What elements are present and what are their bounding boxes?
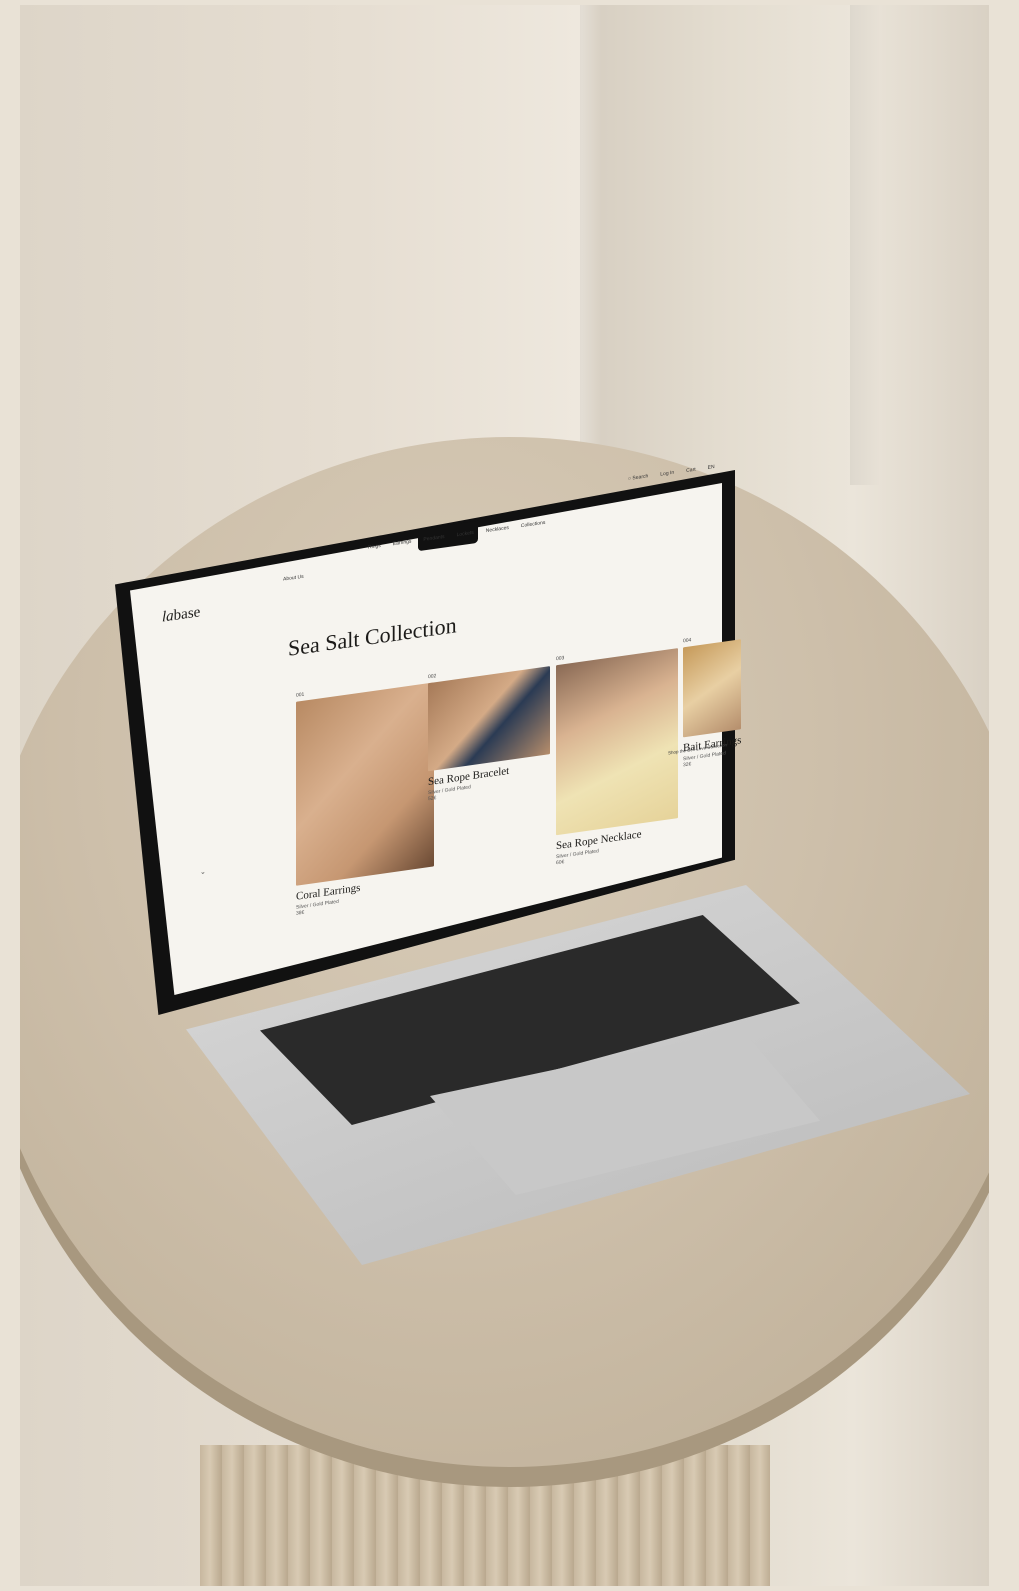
nav-pendants[interactable]: Pendants: [423, 534, 444, 543]
nav-about-link[interactable]: About Us: [283, 574, 304, 583]
website: labase About Us Rings Earrings Pendants …: [138, 435, 778, 1025]
scroll-down-icon[interactable]: ⌄: [200, 867, 206, 876]
product-card[interactable]: 003 Sea Rope Necklace Silver / Gold Plat…: [556, 639, 678, 866]
brand-logo[interactable]: labase: [162, 604, 200, 626]
main-nav: Rings Earrings Pendants Lockets Necklace…: [368, 520, 545, 551]
cart-link[interactable]: Cart: [686, 467, 695, 474]
nav-rings[interactable]: Rings: [368, 543, 381, 551]
search-label: Search: [632, 473, 649, 482]
login-link[interactable]: Log In: [660, 470, 674, 478]
photo-scene: labase About Us Rings Earrings Pendants …: [20, 5, 989, 1586]
brand-rest: base: [173, 604, 201, 624]
language-switch[interactable]: EN: [708, 464, 715, 471]
product-card[interactable]: 002 Sea Rope Bracelet Silver / Gold Plat…: [428, 657, 550, 802]
laptop: labase About Us Rings Earrings Pendants …: [20, 5, 989, 1586]
page-title: Sea Salt Collection: [288, 612, 457, 661]
product-image[interactable]: [296, 682, 434, 886]
brand-italic: la: [162, 607, 174, 626]
product-image[interactable]: [556, 648, 678, 836]
product-image[interactable]: [683, 639, 741, 738]
nav-earrings[interactable]: Earrings: [393, 539, 412, 548]
search-icon: ○: [628, 475, 632, 483]
search-link[interactable]: ○ Search: [628, 473, 648, 482]
product-image[interactable]: [428, 666, 550, 772]
nav-collections[interactable]: Collections: [521, 520, 545, 529]
nav-lockets[interactable]: Lockets: [457, 530, 474, 538]
nav-necklaces[interactable]: Necklaces: [486, 525, 509, 534]
utility-nav: ○ Search Log In Cart EN: [628, 464, 715, 482]
product-card[interactable]: 001 Coral Earrings Silver / Gold Plated …: [296, 673, 434, 917]
